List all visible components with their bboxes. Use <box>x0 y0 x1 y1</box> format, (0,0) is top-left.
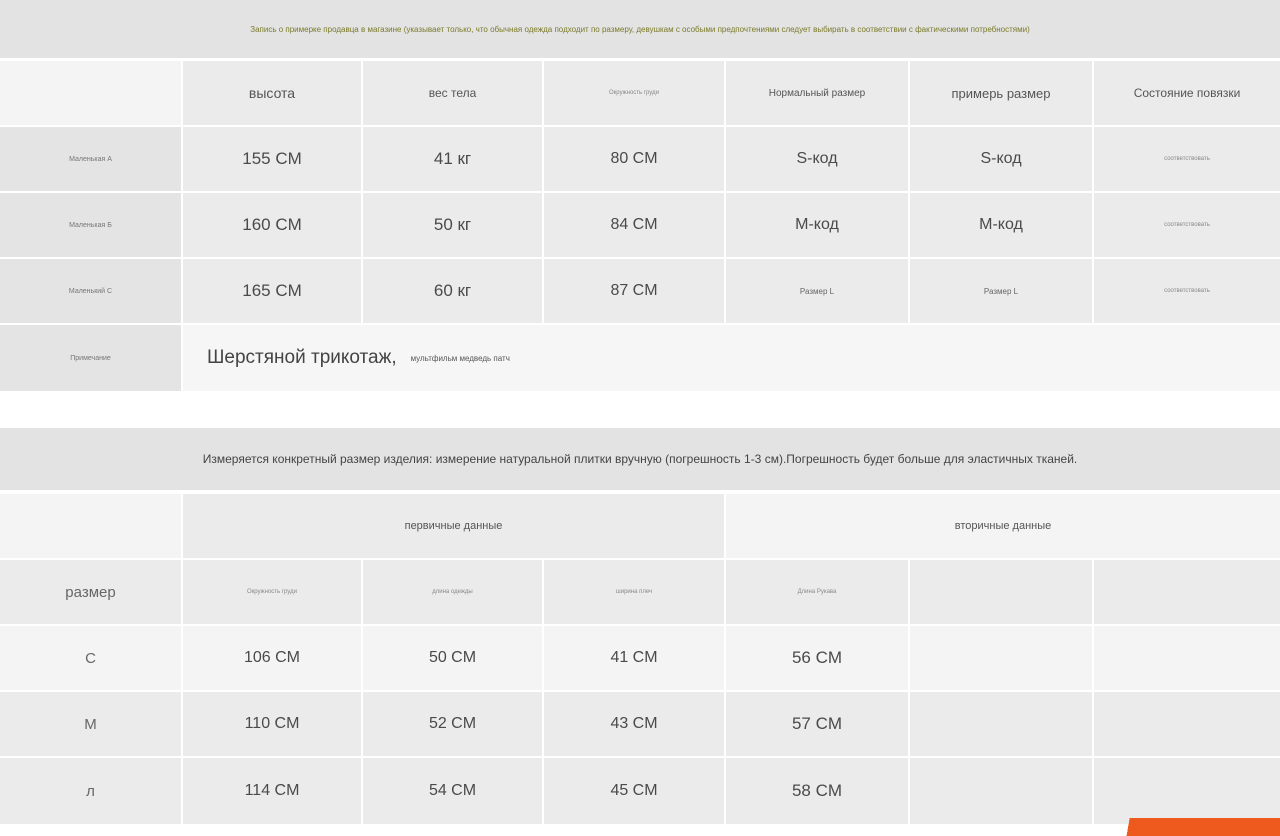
chest-value: 84 CM <box>544 193 724 257</box>
size-label: С <box>0 626 181 690</box>
shoulder-value: 43 CM <box>544 692 724 756</box>
header-empty <box>910 560 1092 624</box>
chest-value: 87 CM <box>544 259 724 323</box>
note-detail: мультфильм медведь патч <box>410 353 510 363</box>
size-column-label: размер <box>0 560 181 624</box>
fit-state-value: соответствовать <box>1094 259 1280 323</box>
try-size-value: Размер L <box>910 259 1092 323</box>
height-value: 160 CM <box>183 193 361 257</box>
empty-cell <box>910 692 1092 756</box>
sleeve-value: 57 CM <box>726 692 908 756</box>
group-corner <box>0 494 181 558</box>
empty-cell <box>1094 626 1280 690</box>
chest-value: 80 CM <box>544 127 724 191</box>
size-label: М <box>0 692 181 756</box>
shoulder-value: 45 CM <box>544 758 724 824</box>
row-label: Маленькая А <box>0 127 181 191</box>
weight-value: 41 кг <box>363 127 542 191</box>
header-height: высота <box>183 61 361 125</box>
header-chest: Окружность груди <box>544 61 724 125</box>
sleeve-value: 58 CM <box>726 758 908 824</box>
fit-state-value: соответствовать <box>1094 193 1280 257</box>
chest-value: 106 CM <box>183 626 361 690</box>
note-material: Шерстяной трикотаж, <box>207 347 397 368</box>
chest-value: 114 CM <box>183 758 361 824</box>
length-value: 52 CM <box>363 692 542 756</box>
row-label: Маленькая Б <box>0 193 181 257</box>
header-bandage-state: Состояние повязки <box>1094 61 1280 125</box>
fit-state-value: соответствовать <box>1094 127 1280 191</box>
empty-cell <box>1094 758 1280 824</box>
height-value: 165 CM <box>183 259 361 323</box>
measurement-banner: Измеряется конкретный размер изделия: из… <box>0 428 1280 490</box>
header-normal-size: Нормальный размер <box>726 61 908 125</box>
header-empty <box>1094 560 1280 624</box>
group-primary-data: первичные данные <box>183 494 724 558</box>
try-size-value: S-код <box>910 127 1092 191</box>
fitting-record-banner: Запись о примерке продавца в магазине (у… <box>0 0 1280 58</box>
empty-cell <box>910 758 1092 824</box>
length-value: 50 CM <box>363 626 542 690</box>
note-cell: Шерстяной трикотаж, мультфильм медведь п… <box>183 325 1280 391</box>
group-secondary-data: вторичные данные <box>726 494 1280 558</box>
header-try-size: примерь размер <box>910 61 1092 125</box>
normal-size-value: S-код <box>726 127 908 191</box>
length-value: 54 CM <box>363 758 542 824</box>
empty-cell <box>910 626 1092 690</box>
note-label: Примечание <box>0 325 181 391</box>
normal-size-value: Размер L <box>726 259 908 323</box>
try-size-value: М-код <box>910 193 1092 257</box>
orange-accent-stripe <box>1070 818 1280 836</box>
weight-value: 60 кг <box>363 259 542 323</box>
normal-size-value: М-код <box>726 193 908 257</box>
header-garment-length: длина одежды <box>363 560 542 624</box>
header-shoulder-width: ширина плеч <box>544 560 724 624</box>
shoulder-value: 41 CM <box>544 626 724 690</box>
weight-value: 50 кг <box>363 193 542 257</box>
empty-cell <box>1094 692 1280 756</box>
row-label: Маленький С <box>0 259 181 323</box>
sleeve-value: 56 CM <box>726 626 908 690</box>
chest-value: 110 CM <box>183 692 361 756</box>
size-label: л <box>0 758 181 824</box>
header-chest: Окружность груди <box>183 560 361 624</box>
header-corner <box>0 61 181 125</box>
header-sleeve-length: Длина Рукава <box>726 560 908 624</box>
height-value: 155 CM <box>183 127 361 191</box>
header-weight: вес тела <box>363 61 542 125</box>
